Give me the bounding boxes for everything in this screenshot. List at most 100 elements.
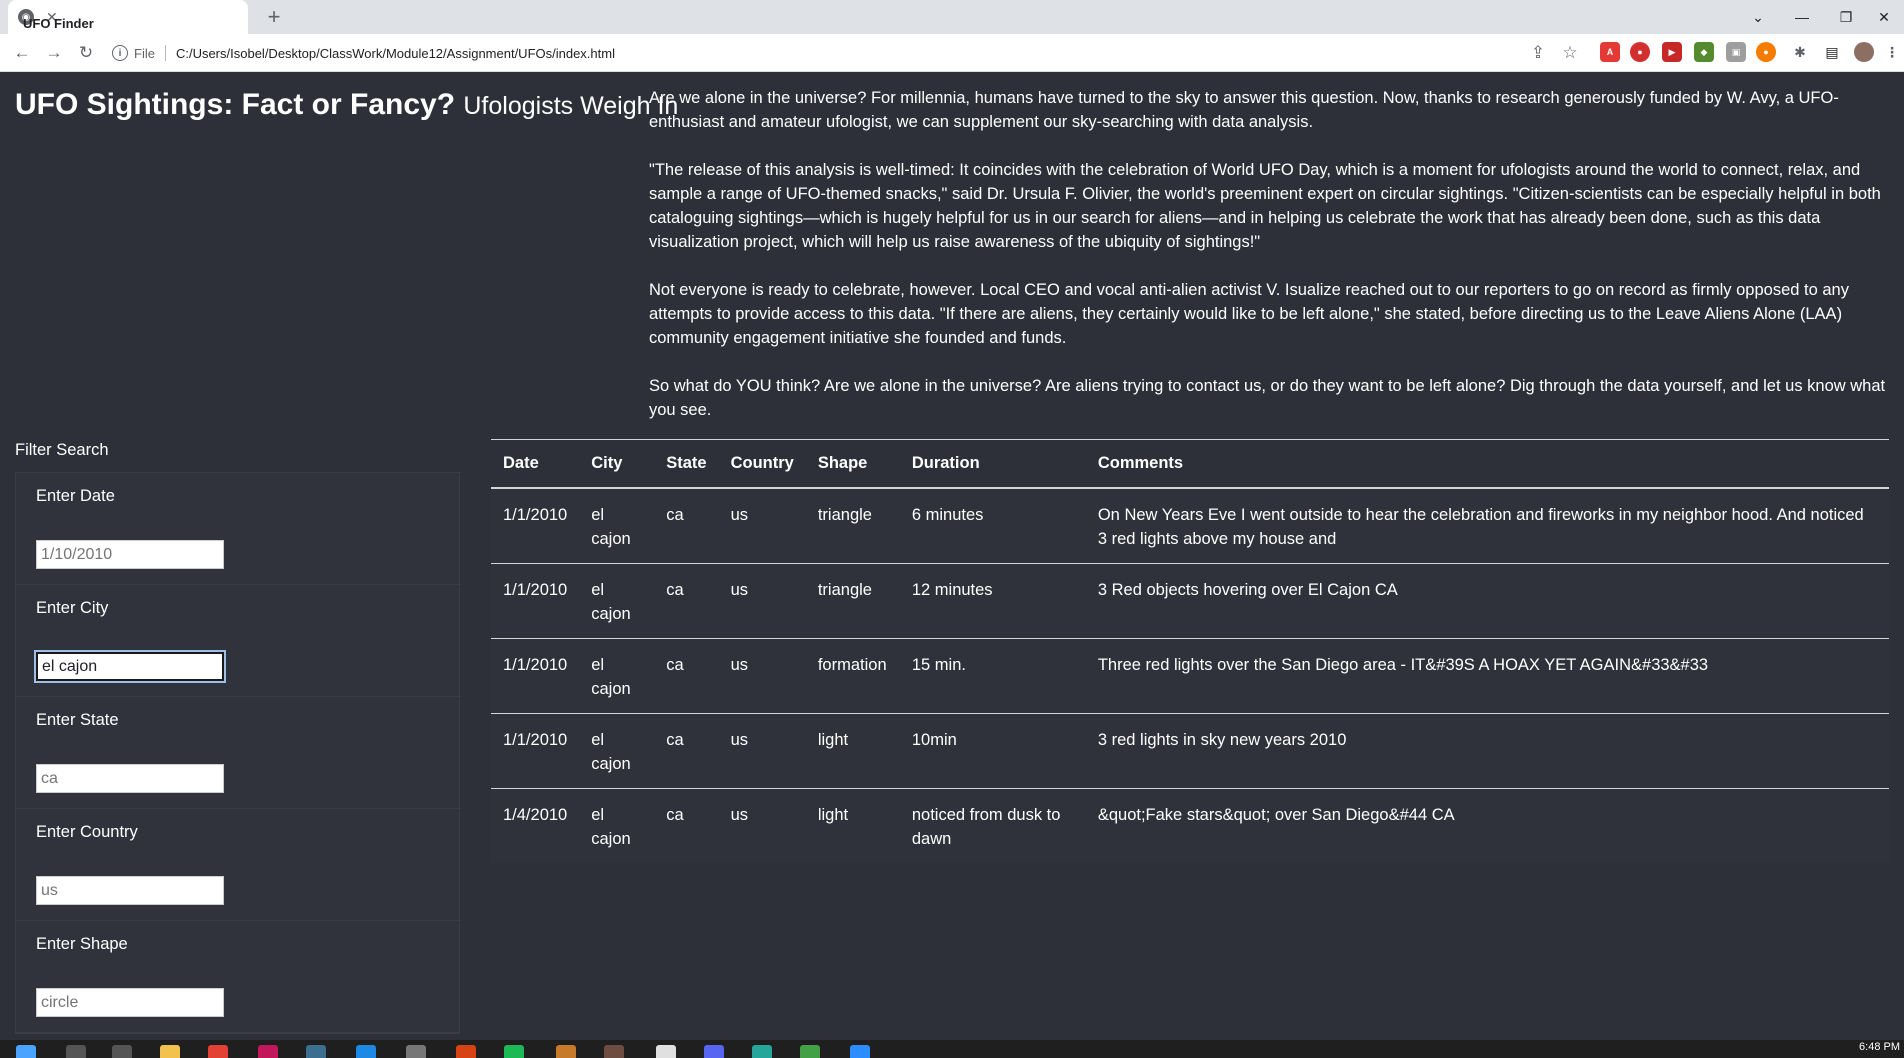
table-cell: 1/1/2010 bbox=[491, 488, 580, 564]
shape-label: Enter Shape bbox=[36, 935, 128, 953]
menu-kebab-icon[interactable]: ⋮ bbox=[1882, 42, 1902, 62]
date-label: Enter Date bbox=[36, 487, 115, 505]
table-cell: ca bbox=[654, 713, 719, 789]
file-explorer-icon[interactable] bbox=[160, 1045, 180, 1058]
table-cell: 1/4/2010 bbox=[491, 788, 580, 863]
table-row: 1/1/2010 el cajon ca us triangle 12 minu… bbox=[491, 563, 1889, 639]
app-icon[interactable] bbox=[456, 1045, 476, 1058]
start-icon[interactable] bbox=[16, 1045, 36, 1058]
shape-input[interactable] bbox=[36, 988, 224, 1017]
app-icon[interactable] bbox=[752, 1045, 772, 1058]
intro-paragraph: "The release of this analysis is well-ti… bbox=[649, 161, 1881, 251]
table-cell: &quot;Fake stars&quot; over San Diego&#4… bbox=[1085, 788, 1889, 863]
share-icon[interactable]: ⇪ bbox=[1526, 41, 1550, 65]
filter-group-city: Enter City bbox=[16, 585, 459, 697]
url-text[interactable]: C:/Users/Isobel/Desktop/ClassWork/Module… bbox=[176, 46, 615, 61]
column-header: Date bbox=[491, 440, 580, 489]
windows-taskbar: 6:48 PM bbox=[0, 1040, 1904, 1058]
info-icon[interactable]: i bbox=[112, 45, 128, 61]
table-cell: 1/1/2010 bbox=[491, 563, 580, 639]
table-cell: 6 minutes bbox=[899, 488, 1086, 564]
table-cell: us bbox=[718, 713, 806, 789]
table-cell: 1/1/2010 bbox=[491, 713, 580, 789]
taskbar-clock[interactable]: 6:48 PM bbox=[1859, 1041, 1900, 1053]
vscode-icon[interactable] bbox=[356, 1045, 376, 1058]
country-label: Enter Country bbox=[36, 823, 138, 841]
intro-paragraph: So what do YOU think? Are we alone in th… bbox=[649, 377, 1886, 419]
city-input[interactable] bbox=[34, 650, 226, 683]
table-cell: Three red lights over the San Diego area… bbox=[1085, 638, 1889, 714]
chrome-icon[interactable] bbox=[208, 1045, 228, 1058]
table-cell: ca bbox=[654, 563, 719, 639]
filter-card: Enter Date Enter City Enter State Enter … bbox=[15, 472, 460, 1034]
tab-search-icon[interactable]: ⌄ bbox=[1736, 0, 1780, 34]
page-title: UFO Sightings: Fact or Fancy? Ufologists… bbox=[15, 88, 678, 122]
extension-icon[interactable]: ● bbox=[1630, 42, 1650, 62]
table-row: 1/1/2010 el cajon ca us triangle 6 minut… bbox=[491, 488, 1889, 564]
ufo-table-container: Date City State Country Shape Duration C… bbox=[491, 439, 1889, 863]
minimize-button[interactable]: — bbox=[1780, 0, 1824, 34]
profile-avatar[interactable] bbox=[1854, 42, 1874, 62]
forward-arrow-icon[interactable]: → bbox=[42, 41, 66, 65]
file-label: File bbox=[134, 45, 155, 61]
extension-icon[interactable]: ◆ bbox=[1694, 42, 1714, 62]
date-input[interactable] bbox=[36, 540, 224, 569]
column-header: Comments bbox=[1085, 440, 1889, 489]
table-cell: el cajon bbox=[579, 788, 655, 863]
omnibox[interactable]: i File C:/Users/Isobel/Desktop/ClassWork… bbox=[112, 39, 1572, 67]
table-cell: 1/1/2010 bbox=[491, 638, 580, 714]
table-cell: us bbox=[718, 563, 806, 639]
extension-icon[interactable]: ▶ bbox=[1662, 42, 1682, 62]
new-tab-button[interactable]: + bbox=[260, 4, 288, 30]
table-cell: ca bbox=[654, 638, 719, 714]
table-cell: us bbox=[718, 638, 806, 714]
filter-group-shape: Enter Shape bbox=[16, 921, 459, 1033]
column-header: Country bbox=[718, 440, 806, 489]
table-cell: us bbox=[718, 488, 806, 564]
table-cell: 12 minutes bbox=[899, 563, 1086, 639]
table-cell: ca bbox=[654, 488, 719, 564]
reload-icon[interactable]: ↻ bbox=[74, 41, 98, 65]
filter-panel: Filter Search Enter Date Enter City Ente… bbox=[15, 441, 460, 1034]
intro-paragraph: Are we alone in the universe? For millen… bbox=[649, 89, 1839, 131]
filter-title: Filter Search bbox=[15, 441, 109, 459]
app-icon[interactable] bbox=[406, 1045, 426, 1058]
discord-icon[interactable] bbox=[704, 1045, 724, 1058]
table-cell: el cajon bbox=[579, 488, 655, 564]
table-cell: us bbox=[718, 788, 806, 863]
sidebar-icon[interactable]: ▤ bbox=[1822, 42, 1842, 62]
search-icon[interactable] bbox=[66, 1045, 86, 1058]
table-row: 1/1/2010 el cajon ca us formation 15 min… bbox=[491, 638, 1889, 714]
app-icon[interactable] bbox=[258, 1045, 278, 1058]
app-icon[interactable] bbox=[800, 1045, 820, 1058]
extension-icon[interactable]: ● bbox=[1756, 42, 1776, 62]
puzzle-extensions-icon[interactable]: ✱ bbox=[1790, 42, 1810, 62]
browser-tab[interactable]: ◉ UFO Finder ✕ bbox=[8, 0, 248, 34]
country-input[interactable] bbox=[36, 876, 224, 905]
app-icon[interactable] bbox=[656, 1045, 676, 1058]
adblock-extension-icon[interactable]: A bbox=[1600, 42, 1620, 62]
table-cell: ca bbox=[654, 788, 719, 863]
bookmark-star-icon[interactable]: ☆ bbox=[1558, 41, 1582, 65]
extension-icon[interactable]: ▣ bbox=[1726, 42, 1746, 62]
app-icon[interactable] bbox=[556, 1045, 576, 1058]
table-cell: 15 min. bbox=[899, 638, 1086, 714]
column-header: City bbox=[579, 440, 655, 489]
zoom-icon[interactable] bbox=[850, 1045, 870, 1058]
spotify-icon[interactable] bbox=[504, 1045, 524, 1058]
table-cell: triangle bbox=[805, 563, 900, 639]
table-cell: 3 red lights in sky new years 2010 bbox=[1085, 713, 1889, 789]
divider bbox=[164, 45, 166, 61]
state-input[interactable] bbox=[36, 764, 224, 793]
browser-tab-bar: ◉ UFO Finder ✕ + ⌄ — ❐ ✕ bbox=[0, 0, 1904, 34]
back-arrow-icon[interactable]: ← bbox=[10, 41, 34, 65]
close-window-button[interactable]: ✕ bbox=[1862, 0, 1904, 34]
task-view-icon[interactable] bbox=[112, 1045, 132, 1058]
app-icon[interactable] bbox=[306, 1045, 326, 1058]
ufo-table: Date City State Country Shape Duration C… bbox=[491, 440, 1889, 863]
table-cell: 3 Red objects hovering over El Cajon CA bbox=[1085, 563, 1889, 639]
title-main: UFO Sightings: Fact or Fancy? bbox=[15, 88, 456, 121]
column-header: Shape bbox=[805, 440, 900, 489]
app-icon[interactable] bbox=[604, 1045, 624, 1058]
table-cell: el cajon bbox=[579, 563, 655, 639]
